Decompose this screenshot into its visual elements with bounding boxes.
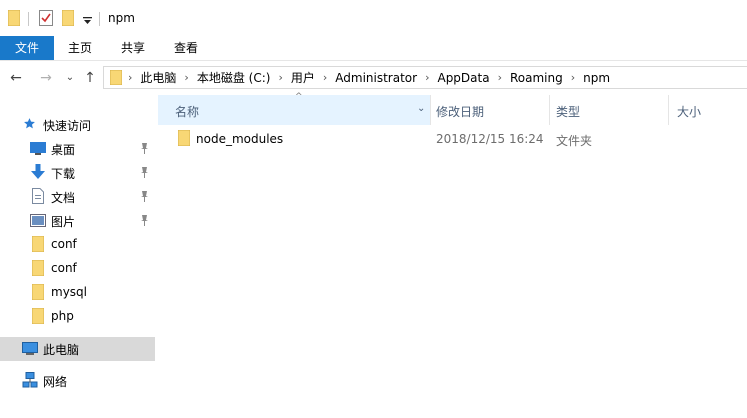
chevron-right-icon[interactable]: › (323, 71, 327, 84)
title-separator (28, 12, 29, 26)
pin-icon (141, 143, 148, 154)
download-icon (31, 164, 45, 183)
sidebar-item-downloads[interactable]: 下载 (0, 161, 155, 185)
sidebar-item-label: php (51, 309, 74, 323)
back-arrow-icon[interactable]: ← (8, 70, 24, 86)
desktop-icon (30, 142, 46, 158)
sidebar-item-label: mysql (51, 285, 87, 299)
sidebar-item-quick-access[interactable]: 快速访问 (0, 113, 155, 137)
pin-icon (141, 191, 148, 202)
chevron-right-icon[interactable]: › (128, 71, 132, 84)
sidebar-item-conf[interactable]: conf (0, 233, 155, 257)
star-icon (23, 117, 36, 133)
chevron-right-icon[interactable]: › (184, 71, 188, 84)
breadcrumb-local-disk[interactable]: 本地磁盘 (C:) (197, 69, 271, 86)
title-bar: npm (0, 0, 747, 36)
customize-toolbar-dropdown-icon[interactable] (83, 14, 92, 28)
column-header-type[interactable]: 类型 (550, 95, 668, 125)
folder-icon (109, 69, 123, 88)
navigation-pane: 快速访问 桌面 下载 文档 图片 conf conf mysql php 此电脑… (0, 95, 158, 418)
title-separator (99, 12, 100, 26)
breadcrumb-npm[interactable]: npm (583, 71, 610, 85)
tab-file[interactable]: 文件 (0, 36, 54, 60)
sidebar-item-label: 文档 (51, 191, 76, 205)
file-modified: 2018/12/15 16:24 (436, 132, 544, 146)
folder-icon (7, 9, 21, 29)
sidebar-item-label: 此电脑 (43, 343, 80, 357)
sidebar-item-mysql[interactable]: mysql (0, 281, 155, 305)
sidebar-item-php[interactable]: php (0, 305, 155, 329)
folder-icon (177, 129, 191, 149)
ribbon-tabs: 文件 主页 共享 查看 (0, 36, 747, 61)
document-icon (32, 188, 44, 207)
properties-icon[interactable] (39, 10, 53, 29)
column-header-name[interactable]: 名称 ⌄ (158, 95, 430, 125)
breadcrumb-administrator[interactable]: Administrator (335, 71, 417, 85)
folder-icon (31, 259, 45, 279)
folder-icon (31, 235, 45, 255)
breadcrumb-appdata[interactable]: AppData (437, 71, 489, 85)
file-list: ^ 名称 ⌄ 修改日期 类型 大小 node_modules 2018/12/1… (158, 92, 747, 418)
sidebar-item-label: 图片 (51, 215, 76, 229)
sidebar-item-label: 桌面 (51, 143, 76, 157)
breadcrumb-this-pc[interactable]: 此电脑 (140, 69, 176, 86)
sidebar-item-label: 快速访问 (43, 119, 92, 133)
picture-icon (30, 214, 46, 230)
address-bar[interactable]: › 此电脑 › 本地磁盘 (C:) › 用户 › Administrator ›… (103, 66, 747, 89)
sidebar-item-label: conf (51, 261, 77, 275)
sidebar-item-this-pc[interactable]: 此电脑 (0, 337, 155, 361)
chevron-right-icon[interactable]: › (425, 71, 429, 84)
new-folder-icon[interactable] (61, 9, 75, 29)
recent-locations-chevron-icon[interactable]: ⌄ (62, 70, 78, 86)
folder-icon (31, 307, 45, 327)
chevron-down-icon[interactable]: ⌄ (417, 103, 425, 114)
navigation-bar: ← → ⌄ ↑ › 此电脑 › 本地磁盘 (C:) › 用户 › Adminis… (0, 61, 747, 94)
sidebar-item-label: 网络 (43, 375, 68, 389)
tab-share[interactable]: 共享 (113, 36, 153, 60)
chevron-right-icon[interactable]: › (498, 71, 502, 84)
breadcrumb-users[interactable]: 用户 (291, 69, 315, 86)
sidebar-item-label: conf (51, 237, 77, 251)
tab-home[interactable]: 主页 (60, 36, 100, 60)
pin-icon (141, 167, 148, 178)
chevron-right-icon[interactable]: › (571, 71, 575, 84)
sidebar-item-desktop[interactable]: 桌面 (0, 137, 155, 161)
computer-icon (22, 342, 38, 359)
column-header-modified[interactable]: 修改日期 (431, 95, 549, 125)
column-header-size[interactable]: 大小 (669, 95, 747, 125)
sidebar-item-pictures[interactable]: 图片 (0, 209, 155, 233)
file-type: 文件夹 (556, 134, 593, 148)
network-icon (22, 372, 38, 391)
sidebar-item-documents[interactable]: 文档 (0, 185, 155, 209)
chevron-right-icon[interactable]: › (278, 71, 282, 84)
pin-icon (141, 215, 148, 226)
breadcrumb-roaming[interactable]: Roaming (510, 71, 563, 85)
up-arrow-icon[interactable]: ↑ (82, 70, 98, 86)
sidebar-item-network[interactable]: 网络 (0, 369, 155, 393)
window-title: npm (108, 11, 135, 25)
tab-view[interactable]: 查看 (166, 36, 206, 60)
folder-icon (31, 283, 45, 303)
table-row[interactable]: node_modules 2018/12/15 16:24 文件夹 (158, 126, 747, 151)
forward-arrow-icon[interactable]: → (38, 70, 54, 86)
sidebar-item-conf[interactable]: conf (0, 257, 155, 281)
sidebar-item-label: 下载 (51, 167, 76, 181)
file-name: node_modules (196, 132, 284, 146)
